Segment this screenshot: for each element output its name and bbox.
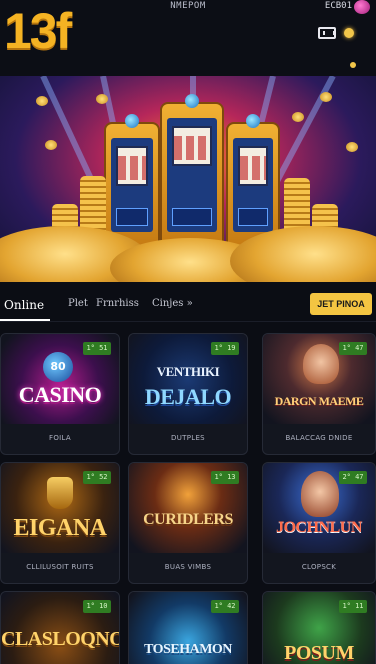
- coin-icon: [96, 94, 108, 104]
- coin-icon: [320, 92, 332, 102]
- game-badge: 1° 52: [83, 471, 111, 484]
- game-title: DARGN MAEME: [274, 394, 364, 408]
- game-badge: 1° 42: [211, 600, 239, 613]
- game-caption: BALACCAG DNIDE: [285, 434, 353, 442]
- game-card[interactable]: 1° 11 POSUM: [262, 591, 376, 664]
- game-title: CURIDLERS: [143, 511, 233, 528]
- tab-cinjes[interactable]: Cinjes »: [152, 298, 193, 309]
- game-caption: FOILA: [49, 434, 71, 442]
- game-caption: CLLILUSOIT RUITS: [26, 563, 94, 571]
- game-card[interactable]: 2° 47 JOCHNLUN CLOPSCK: [262, 462, 376, 584]
- category-tabs: Online Plet Frnrhiss Cinjes » JET PINOA: [0, 282, 376, 330]
- avatar[interactable]: [354, 0, 370, 14]
- shield-icon: [47, 477, 73, 509]
- game-badge: 1° 11: [339, 600, 367, 613]
- game-card[interactable]: 1° 52 EIGANA CLLILUSOIT RUITS: [0, 462, 120, 584]
- game-badge: 1° 47: [339, 342, 367, 355]
- app-logo[interactable]: 13f: [4, 6, 72, 56]
- tab-frnrhiss[interactable]: Frnrhiss: [96, 298, 139, 309]
- coin-icon: [346, 142, 358, 152]
- cta-button[interactable]: JET PINOA: [310, 293, 372, 315]
- notification-dot-icon: [350, 62, 356, 68]
- character-portrait: [301, 471, 339, 517]
- coin-icon[interactable]: [344, 28, 354, 38]
- game-badge: 1° 10: [83, 600, 111, 613]
- game-card[interactable]: 1° 13 CURIDLERS BUAS VIMBS: [128, 462, 248, 584]
- game-badge: 2° 47: [339, 471, 367, 484]
- app-header: 13f NMEPOM ECB01: [0, 0, 376, 76]
- header-balance: ECB01: [324, 1, 352, 11]
- ticket-icon[interactable]: [318, 27, 336, 39]
- game-title: POSUM: [284, 642, 354, 664]
- character-portrait: [303, 344, 339, 384]
- coin-icon: [45, 140, 57, 150]
- tab-online[interactable]: Online: [4, 298, 44, 312]
- game-card[interactable]: 1° 42 TOSEHAMON: [128, 591, 248, 664]
- game-card[interactable]: 80 1° 51 CASINO FOILA: [0, 333, 120, 455]
- coin-icon: [36, 96, 48, 106]
- game-title: EIGANA: [13, 515, 107, 541]
- game-title: CLASLOQNO: [1, 628, 120, 650]
- game-title: DEJALO: [144, 384, 232, 409]
- tab-plet[interactable]: Plet: [68, 298, 88, 309]
- game-subtitle: VENTHIKI: [156, 364, 220, 379]
- game-title: JOCHNLUN: [276, 519, 362, 536]
- game-caption: CLOPSCK: [301, 563, 337, 571]
- game-badge: 1° 13: [211, 471, 239, 484]
- game-badge: 1° 51: [83, 342, 111, 355]
- coin-icon: [292, 112, 304, 122]
- game-title: TOSEHAMON: [144, 642, 232, 657]
- game-caption: BUAS VIMBS: [164, 563, 212, 571]
- game-emblem: 80: [43, 352, 73, 382]
- game-card[interactable]: 1° 19 VENTHIKI DEJALO DUTPLES: [128, 333, 248, 455]
- game-title: CASINO: [18, 382, 102, 407]
- divider: [0, 321, 376, 322]
- hero-banner[interactable]: [0, 76, 376, 282]
- game-card[interactable]: 1° 10 CLASLOQNO: [0, 591, 120, 664]
- slot-machine-center: [160, 94, 224, 252]
- game-badge: 1° 19: [211, 342, 239, 355]
- game-caption: DUTPLES: [171, 434, 205, 442]
- header-center-label: NMEPOM: [170, 1, 206, 11]
- game-card[interactable]: 1° 47 DARGN MAEME BALACCAG DNIDE: [262, 333, 376, 455]
